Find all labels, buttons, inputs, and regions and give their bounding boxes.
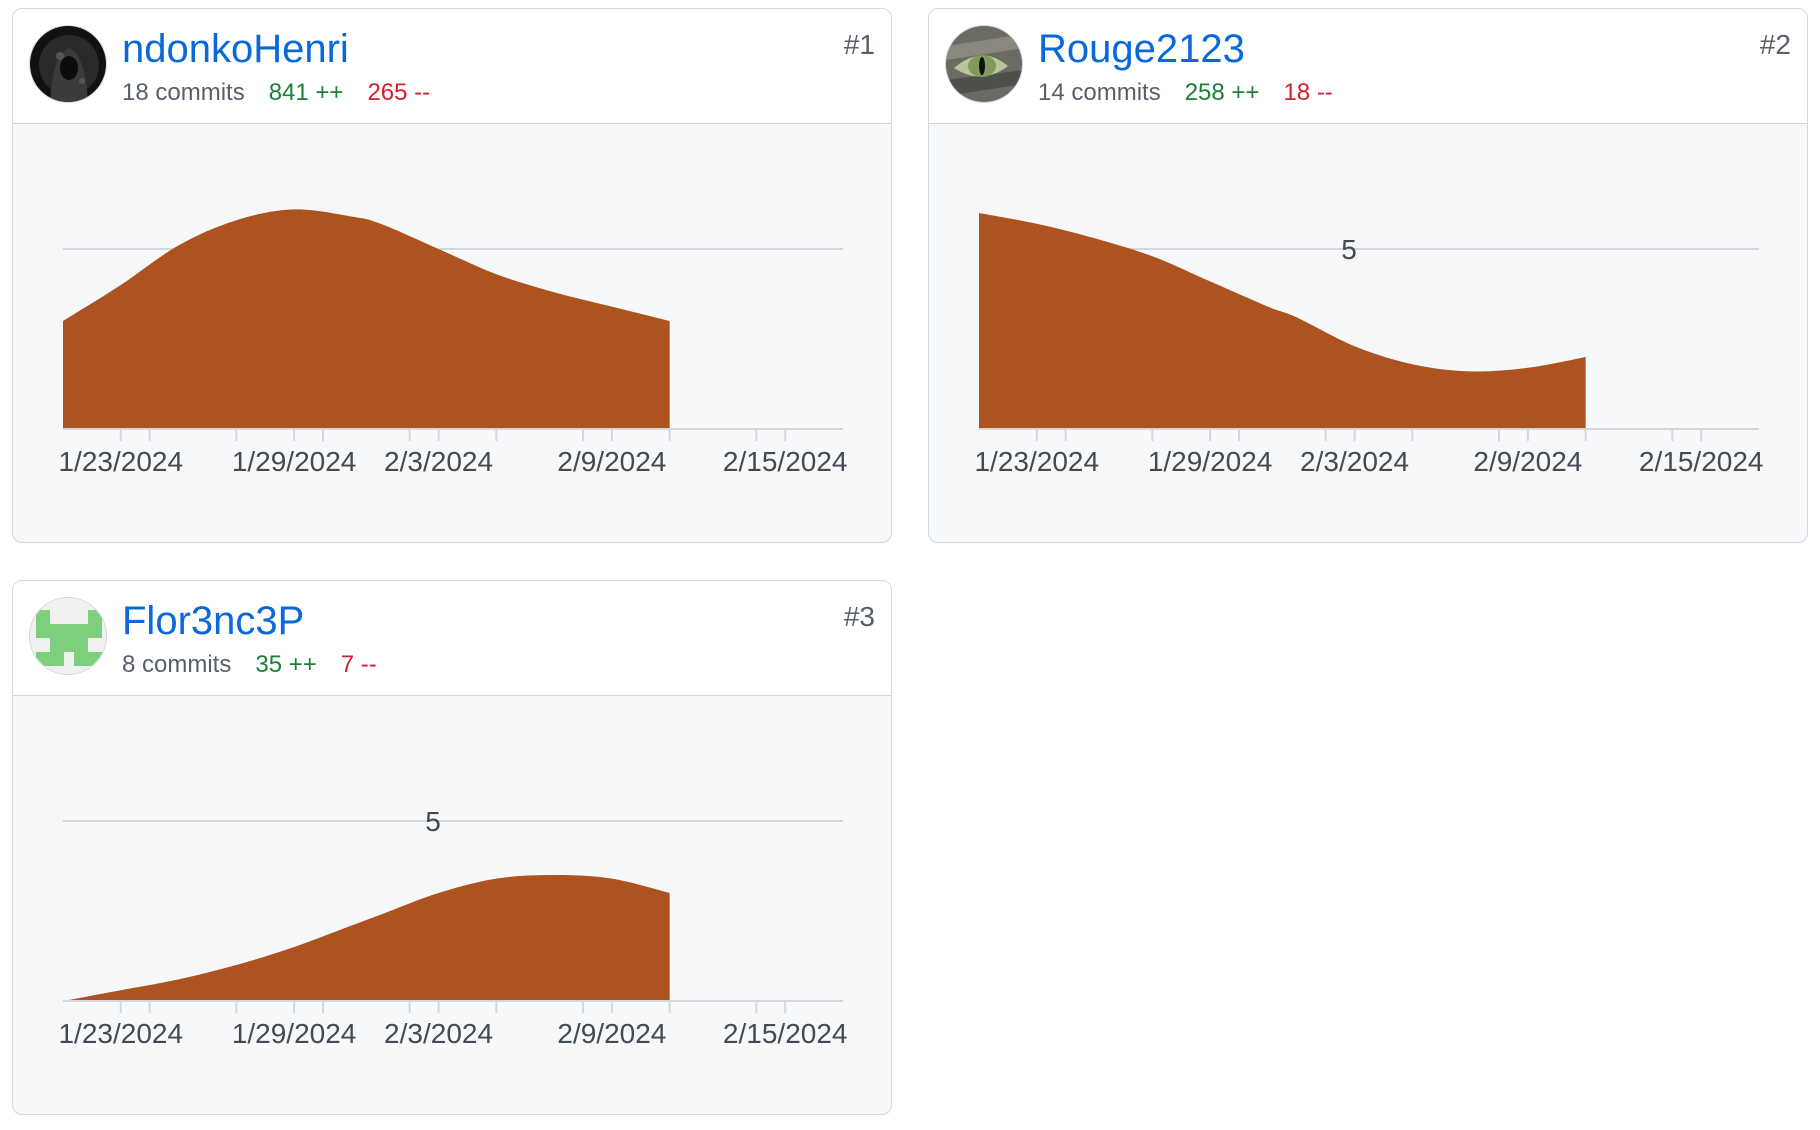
contribution-area [63,209,670,429]
contributor-stats: 14 commits 258 ++ 18 -- [1038,79,1333,107]
deletions-count: 18 -- [1283,79,1333,106]
x-tick-label: 2/15/2024 [723,1018,848,1049]
identicon-avatar-icon[interactable] [29,597,107,675]
card-header: Rouge2123 14 commits 258 ++ 18 -- #2 [929,9,1807,124]
additions-count: 258 ++ [1184,79,1260,106]
card-header: Flor3nc3P 8 commits 35 ++ 7 -- #3 [13,581,891,696]
x-tick-label: 2/3/2024 [384,446,493,477]
x-tick-label: 1/29/2024 [232,446,357,477]
x-tick-label: 2/15/2024 [723,446,848,477]
contribution-area [63,875,670,1001]
contributor-stats: 18 commits 841 ++ 265 -- [122,79,430,107]
commit-count: 18 commits [122,79,245,106]
contribution-chart: 5 1/23/2024 1/29/2024 2/3/2024 2/9/2024 2/15/… [974,213,1764,477]
x-tick-label: 2/9/2024 [557,1018,666,1049]
commit-count: 14 commits [1038,79,1161,106]
contribution-area [979,213,1586,429]
x-tick-label: 2/9/2024 [1473,446,1582,477]
x-tick-label: 1/23/2024 [58,1018,183,1049]
card-header: ndonkoHenri 18 commits 841 ++ 265 -- #1 [13,9,891,124]
contribution-chart: 1/23/2024 1/29/2024 2/3/2024 2/9/2024 2/15/2… [58,209,848,477]
deletions-count: 7 -- [340,651,377,678]
x-tick-label: 1/29/2024 [232,1018,357,1049]
x-tick-label: 1/23/2024 [58,446,183,477]
contributor-rank: #2 [1759,29,1791,60]
hooded-figure-avatar-icon[interactable] [29,25,107,103]
contributor-rank: #1 [843,29,875,60]
contributor-card: Flor3nc3P 8 commits 35 ++ 7 -- #3 5 1/23/20… [12,580,892,1115]
gridline-label: 5 [425,806,441,837]
additions-count: 35 ++ [255,651,317,678]
gridline-label: 5 [1341,234,1357,265]
x-tick-label: 2/15/2024 [1639,446,1764,477]
cat-eye-avatar-icon[interactable] [945,25,1023,103]
contributor-login-link[interactable]: Flor3nc3P [122,599,304,643]
contributor-stats: 8 commits 35 ++ 7 -- [122,651,377,679]
x-tick-label: 1/29/2024 [1148,446,1273,477]
contributor-login-link[interactable]: ndonkoHenri [122,27,349,71]
contributor-rank: #3 [843,601,875,632]
contribution-chart: 5 1/23/2024 1/29/2024 2/3/2024 2/9/2024 2/15/… [58,806,848,1049]
additions-count: 841 ++ [268,79,344,106]
contributor-card: Rouge2123 14 commits 258 ++ 18 -- #2 5 1/23… [928,8,1808,543]
x-tick-label: 2/9/2024 [557,446,666,477]
deletions-count: 265 -- [367,79,431,106]
commit-count: 8 commits [122,651,232,678]
contributor-login-link[interactable]: Rouge2123 [1038,27,1245,71]
x-tick-label: 2/3/2024 [384,1018,493,1049]
x-tick-label: 1/23/2024 [974,446,1099,477]
contributor-card: ndonkoHenri 18 commits 841 ++ 265 -- #1 1/… [12,8,892,543]
x-tick-label: 2/3/2024 [1300,446,1409,477]
